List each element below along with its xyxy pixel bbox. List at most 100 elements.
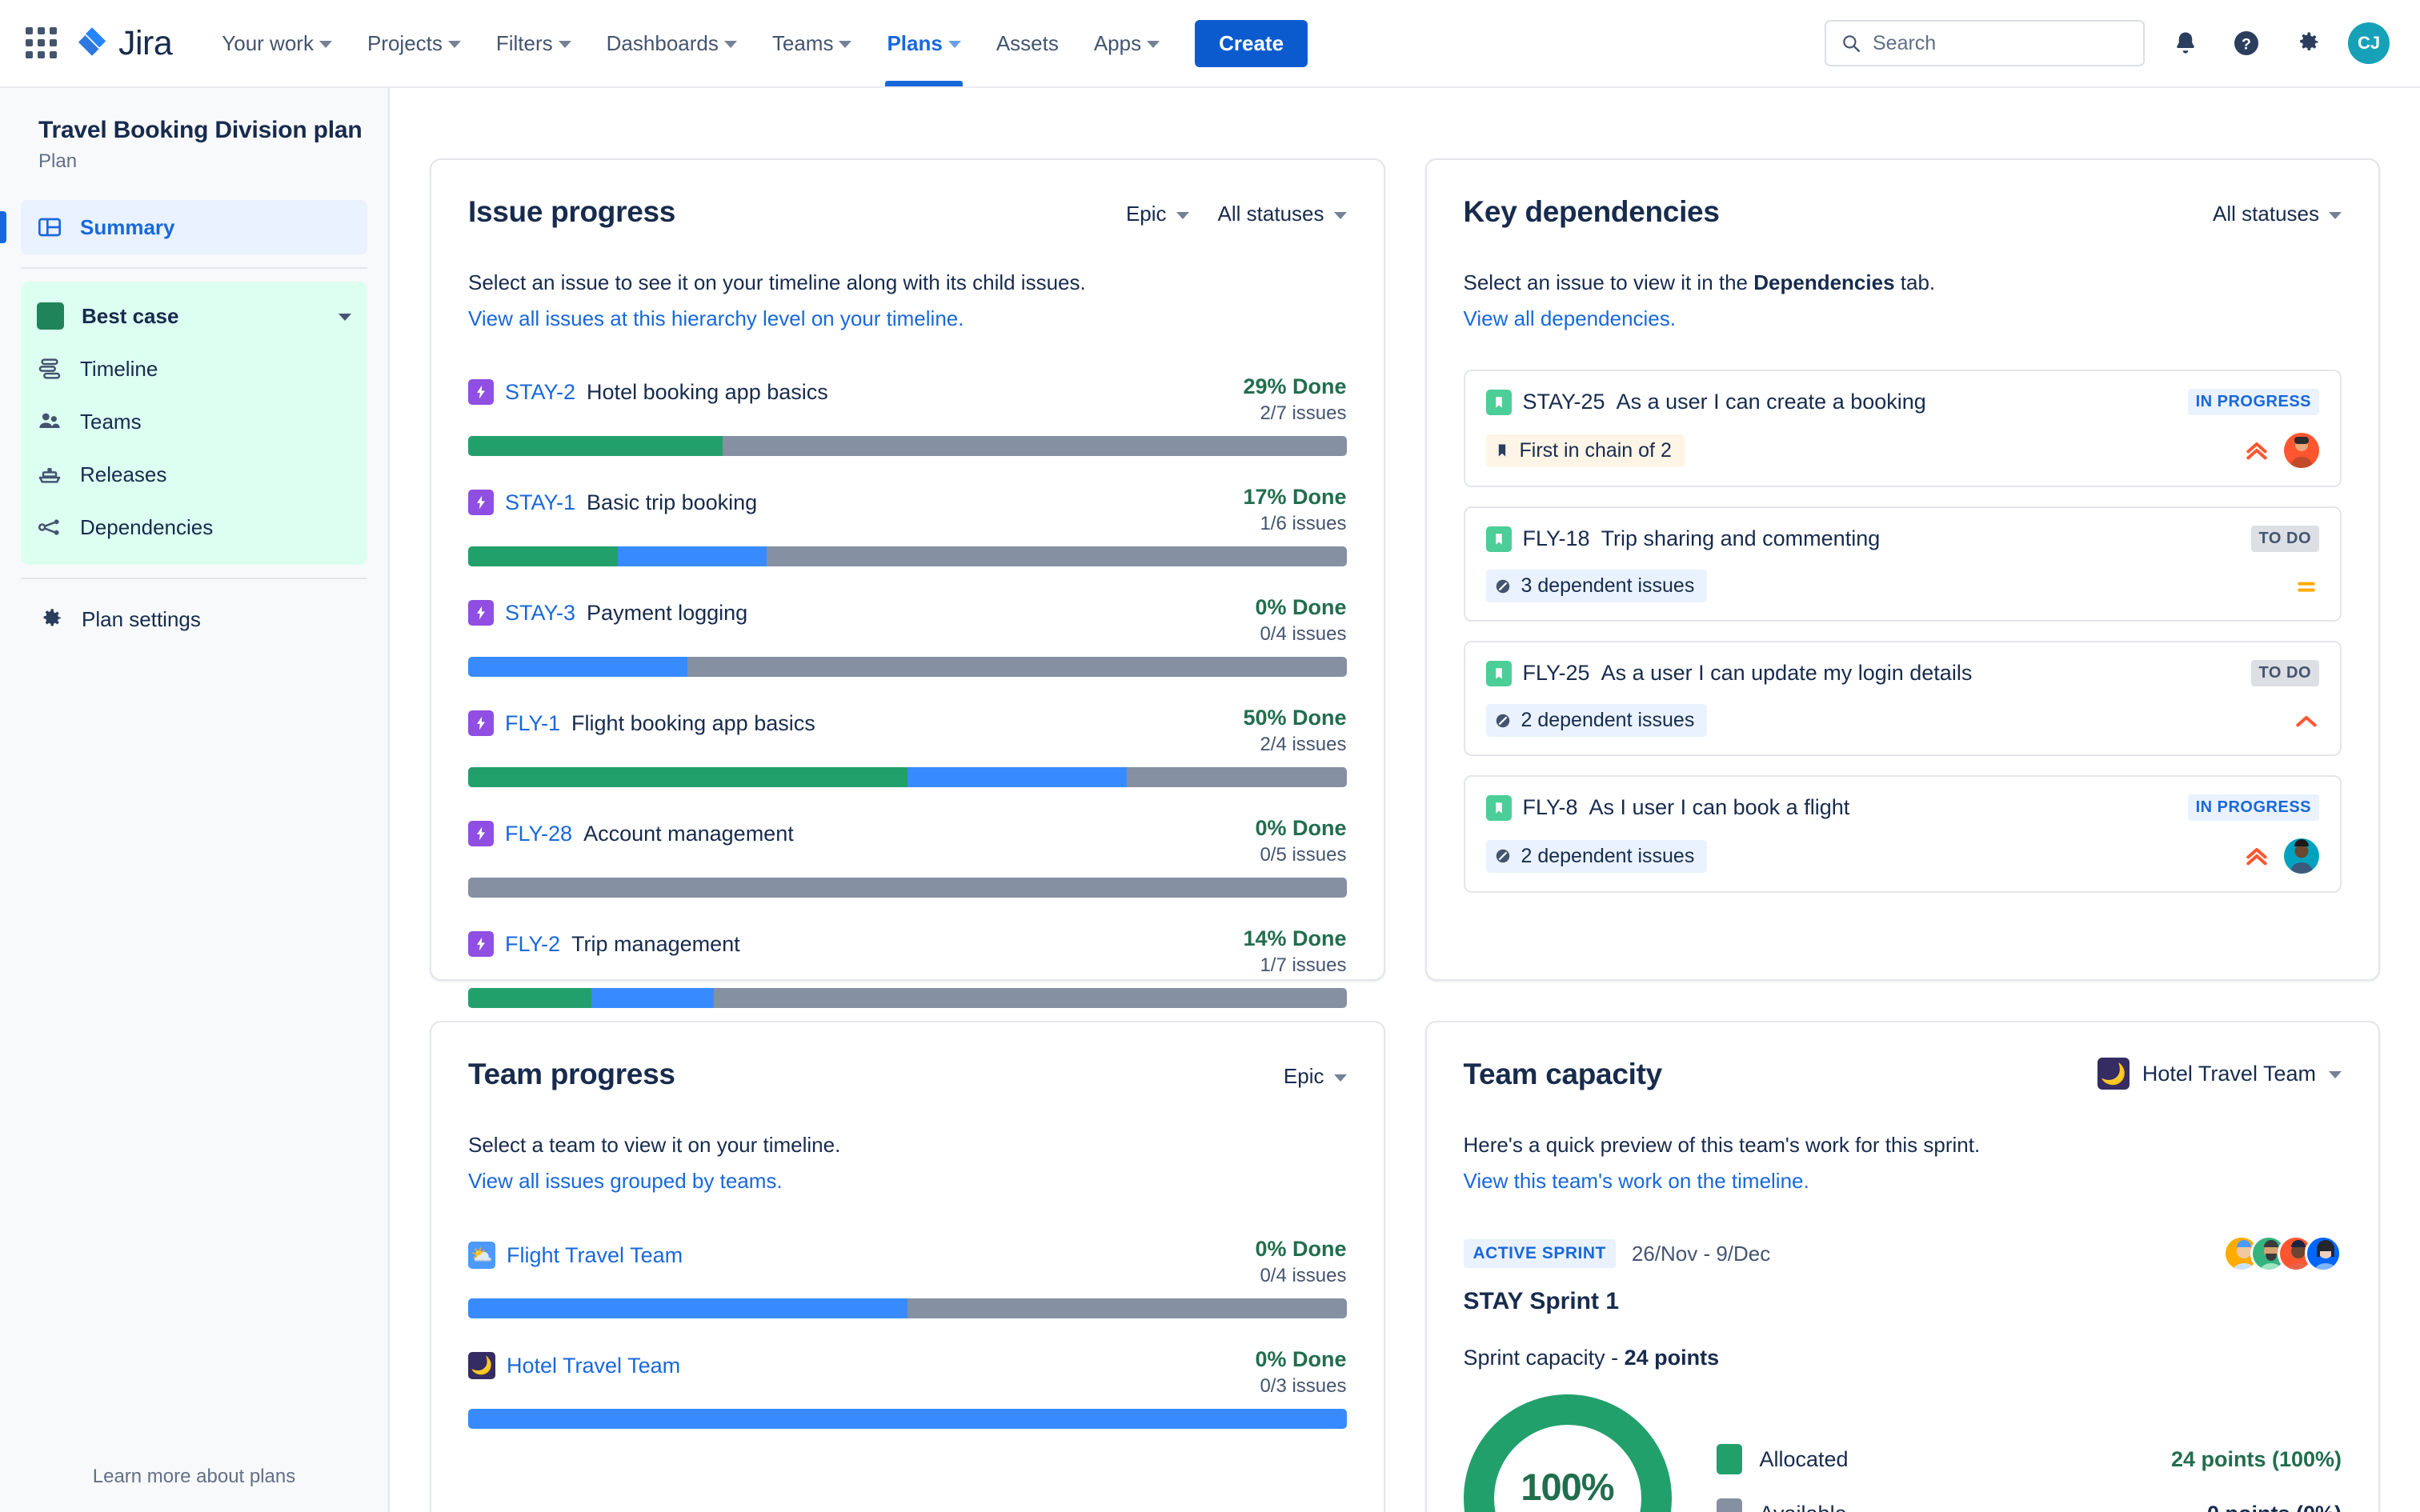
panel-description: Here's a quick preview of this team's wo… [1463, 1133, 1981, 1157]
nav-item-plans[interactable]: Plans [869, 0, 978, 86]
issue-progress-list: STAY-2 Hotel booking app basics 29% Done… [468, 374, 1347, 1008]
status-filter-dropdown[interactable]: All statuses [2213, 202, 2342, 226]
issue-progress-row[interactable]: FLY-1 Flight booking app basics 50% Done… [468, 706, 1347, 787]
dropdown-value: All statuses [2213, 202, 2319, 226]
assignee-avatar[interactable] [2284, 433, 2319, 468]
issue-key-link[interactable]: FLY-2 [505, 932, 560, 957]
nav-item-assets[interactable]: Assets [979, 0, 1076, 86]
sidebar-item-summary[interactable]: Summary [0, 200, 367, 254]
sidebar-item-releases[interactable]: Releases [21, 448, 367, 501]
percent-done: 17% Done [1243, 485, 1347, 509]
nav-item-filters[interactable]: Filters [479, 0, 589, 86]
team-progress-list: ⛅ Flight Travel Team 0% Done 0/4 issues [468, 1237, 1347, 1429]
sidebar: Travel Booking Division plan Plan Summar… [0, 88, 390, 1512]
gear-icon [43, 609, 61, 626]
nav-item-projects[interactable]: Projects [350, 0, 479, 86]
chevron-down-icon [839, 41, 852, 48]
capacity-chart: 100% Allocated Allocated 24 points (100%… [1463, 1394, 2342, 1512]
dropdown-value: All statuses [1217, 202, 1324, 226]
progress-segment-inprogress [591, 988, 715, 1008]
issue-summary: Basic trip booking [587, 490, 758, 514]
create-button[interactable]: Create [1195, 19, 1308, 67]
search-input[interactable]: Search [1825, 20, 2145, 66]
primary-nav: Your work Projects Filters Dashboards Te… [204, 0, 1177, 86]
status-badge: TO DO [2250, 526, 2319, 552]
app-switcher-icon[interactable] [24, 26, 59, 61]
issue-key: FLY-18 [1522, 526, 1590, 550]
settings-gear-icon[interactable] [2287, 23, 2327, 63]
legend-label: Allocated [1759, 1446, 1849, 1471]
key-dependencies-panel: Key dependencies All statuses Select an … [1424, 158, 2380, 981]
learn-more-link[interactable]: Learn more about plans [0, 1466, 388, 1488]
dropdown-value: Epic [1283, 1064, 1324, 1088]
issue-key: STAY-25 [1522, 390, 1605, 414]
team-member-facepile[interactable] [2223, 1235, 2342, 1272]
capacity-donut-chart: 100% Allocated [1463, 1394, 1672, 1512]
dependency-card[interactable]: FLY-8 As I user I can book a flight IN P… [1463, 775, 2342, 893]
nav-item-apps[interactable]: Apps [1076, 0, 1177, 86]
dependencies-icon [38, 519, 59, 535]
team-name-link[interactable]: Hotel Travel Team [507, 1354, 680, 1378]
issue-key-link[interactable]: STAY-3 [505, 601, 575, 626]
sidebar-item-label: Releases [80, 462, 167, 486]
jira-logo[interactable]: Jira [75, 24, 173, 63]
issue-key-link[interactable]: STAY-2 [505, 380, 575, 405]
sidebar-divider [21, 267, 367, 269]
chevron-down-icon [948, 41, 961, 48]
assignee-avatar[interactable] [2284, 838, 2319, 874]
hierarchy-level-dropdown[interactable]: Epic [1126, 202, 1189, 226]
issue-progress-row[interactable]: STAY-2 Hotel booking app basics 29% Done… [468, 374, 1347, 456]
releases-ship-icon [38, 468, 61, 483]
view-all-issues-link[interactable]: View all issues at this hierarchy level … [468, 306, 964, 331]
member-avatar[interactable] [2305, 1235, 2342, 1272]
issue-progress-row[interactable]: FLY-2 Trip management 14% Done 1/7 issue… [468, 926, 1347, 1008]
sidebar-item-dependencies[interactable]: Dependencies [21, 501, 367, 554]
team-icon-glyph: ⛅ [471, 1245, 493, 1265]
team-name-link[interactable]: Flight Travel Team [507, 1243, 683, 1268]
issue-count: 1/7 issues [1260, 954, 1347, 976]
sidebar-nav: Summary Best case Timeline Teams Release… [0, 200, 367, 646]
team-selector-dropdown[interactable]: 🌙 Hotel Travel Team [2097, 1058, 2342, 1090]
nav-item-your-work[interactable]: Your work [204, 0, 350, 86]
view-team-work-link[interactable]: View this team's work on the timeline. [1464, 1169, 1809, 1194]
team-progress-row[interactable]: ⛅ Flight Travel Team 0% Done 0/4 issues [468, 1237, 1347, 1318]
issue-progress-row[interactable]: STAY-1 Basic trip booking 17% Done 1/6 i… [468, 485, 1347, 566]
issue-count: 2/7 issues [1260, 402, 1347, 424]
issue-key-link[interactable]: FLY-28 [505, 822, 572, 846]
issue-count: 0/3 issues [1260, 1375, 1347, 1397]
sidebar-item-teams[interactable]: Teams [21, 395, 367, 448]
sidebar-item-timeline[interactable]: Timeline [21, 342, 367, 395]
dependency-card[interactable]: FLY-18 Trip sharing and commenting TO DO… [1463, 506, 2342, 622]
dependency-card[interactable]: FLY-25 As a user I can update my login d… [1463, 641, 2342, 756]
issue-key-link[interactable]: FLY-1 [505, 711, 560, 736]
issue-key-link[interactable]: STAY-1 [505, 490, 575, 515]
nav-item-teams[interactable]: Teams [755, 0, 870, 86]
issue-progress-row[interactable]: STAY-3 Payment logging 0% Done 0/4 issue… [468, 595, 1347, 677]
dropdown-value: Hotel Travel Team [2142, 1061, 2316, 1086]
notifications-bell-icon[interactable] [2166, 23, 2206, 63]
help-icon[interactable]: ? [2226, 23, 2266, 63]
hierarchy-level-dropdown[interactable]: Epic [1284, 1064, 1347, 1089]
epic-issue-type-icon [468, 710, 494, 736]
page-title: Travel Booking Division plan [38, 117, 363, 143]
panel-header: Team capacity 🌙 Hotel Travel Team [1464, 1058, 2342, 1091]
nav-label: Assets [996, 30, 1059, 55]
panel-controls: Epic All statuses [1126, 195, 1347, 226]
team-progress-panel: Team progress Epic Select a team to view… [430, 1021, 1385, 1512]
epic-issue-type-icon [468, 931, 494, 957]
chevron-down-icon [319, 41, 332, 48]
team-progress-row[interactable]: 🌙 Hotel Travel Team 0% Done 0/3 issues [468, 1347, 1347, 1429]
sidebar-item-plan-settings[interactable]: Plan settings [21, 592, 367, 646]
status-filter-dropdown[interactable]: All statuses [1218, 202, 1347, 226]
dependency-card[interactable]: STAY-25 As a user I can create a booking… [1463, 370, 2342, 487]
nav-item-dashboards[interactable]: Dashboards [589, 0, 755, 86]
view-all-by-teams-link[interactable]: View all issues grouped by teams. [468, 1169, 783, 1194]
user-avatar[interactable]: CJ [2348, 22, 2390, 64]
tag-label: First in chain of 2 [1519, 438, 1672, 462]
chevron-down-icon [1333, 1074, 1347, 1082]
scenario-selector-best-case[interactable]: Best case [21, 290, 367, 342]
progress-bar [468, 767, 1347, 787]
percent-done: 0% Done [1255, 816, 1347, 840]
view-all-dependencies-link[interactable]: View all dependencies. [1464, 306, 1676, 331]
issue-progress-row[interactable]: FLY-28 Account management 0% Done 0/5 is… [468, 816, 1347, 898]
